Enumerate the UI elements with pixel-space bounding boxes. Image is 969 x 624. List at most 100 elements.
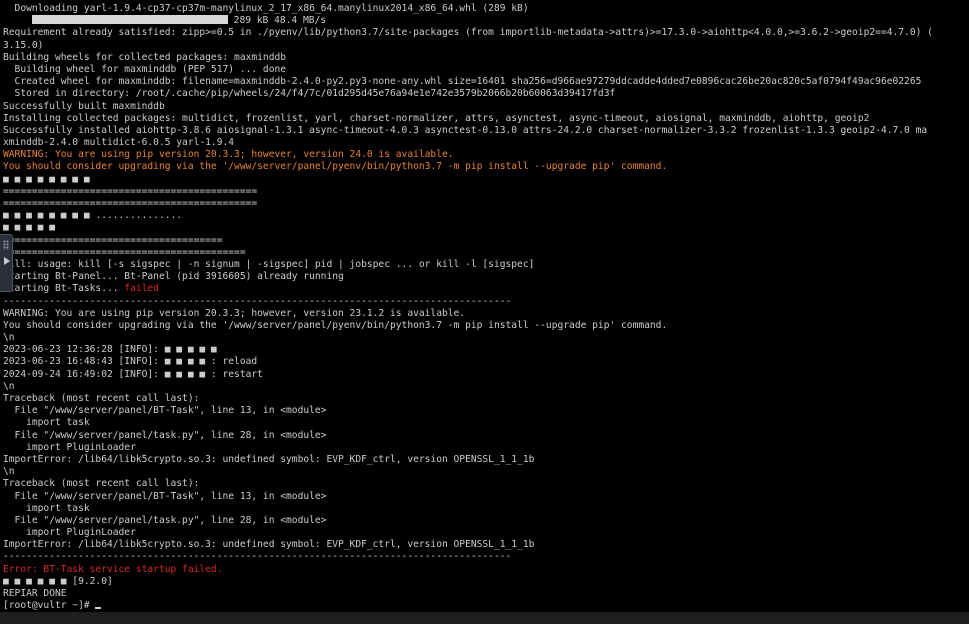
terminal-line: File "/www/server/panel/task.py", line 2… bbox=[3, 515, 969, 527]
shell-prompt[interactable]: [root@vultr ~]# bbox=[3, 600, 969, 612]
prompt-text: [root@vultr ~]# bbox=[3, 600, 96, 612]
download-progress-line: 289 kB 48.4 MB/s bbox=[3, 15, 969, 27]
terminal-line: import task bbox=[3, 417, 969, 429]
line-text: Building wheels for collected packages: … bbox=[3, 51, 287, 63]
terminal-line: You should consider upgrading via the '/… bbox=[3, 320, 969, 332]
line-text: File "/www/server/panel/BT-Task", line 1… bbox=[3, 490, 327, 502]
line-text: Stored in directory: /root/.cache/pip/wh… bbox=[3, 88, 616, 100]
terminal-line: File "/www/server/panel/BT-Task", line 1… bbox=[3, 491, 969, 503]
line-text: Traceback (most recent call last): bbox=[3, 478, 200, 490]
line-text: 2023-06-23 16:48:43 [INFO]: ■ ■ ■ ■ : re… bbox=[3, 356, 258, 368]
line-text: import PluginLoader bbox=[3, 441, 136, 453]
line-text: \n bbox=[3, 380, 15, 392]
terminal-line: ImportError: /lib64/libk5crypto.so.3: un… bbox=[3, 454, 969, 466]
line-text: WARNING: You are using pip version 20.3.… bbox=[3, 307, 466, 319]
status-failed-text: failed bbox=[124, 283, 159, 295]
terminal-line: ■ ■ ■ ■ ■ bbox=[3, 222, 969, 234]
text-cursor bbox=[95, 607, 102, 610]
terminal-line: Installing collected packages: multidict… bbox=[3, 113, 969, 125]
terminal-line: 2023-06-23 16:48:43 [INFO]: ■ ■ ■ ■ : re… bbox=[3, 356, 969, 368]
terminal-line: WARNING: You are using pip version 20.3.… bbox=[3, 149, 969, 161]
terminal-bottom-bar bbox=[0, 612, 969, 624]
terminal-line: 2023-06-23 12:36:28 [INFO]: ■ ■ ■ ■ ■ bbox=[3, 344, 969, 356]
progress-suffix: 289 kB 48.4 MB/s bbox=[227, 15, 327, 27]
terminal-line: Downloading yarl-1.9.4-cp37-cp37m-manyli… bbox=[3, 3, 969, 15]
line-text: kill: usage: kill [-s sigspec | -n signu… bbox=[3, 258, 535, 270]
terminal-line: ====================================== bbox=[3, 235, 969, 247]
terminal-line: ■ ■ ■ ■ ■ ■ ■ ■ ............... bbox=[3, 210, 969, 222]
line-text: xminddb-2.4.0 multidict-6.0.5 yarl-1.9.4 bbox=[3, 137, 235, 149]
terminal-line: Error: BT-Task service startup failed. bbox=[3, 564, 969, 576]
terminal-line: kill: usage: kill [-s sigspec | -n signu… bbox=[3, 259, 969, 271]
line-text: ■ ■ ■ ■ ■ ■ [9.2.0] bbox=[3, 575, 113, 587]
line-text: \n bbox=[3, 332, 15, 344]
line-text: Successfully built maxminddb bbox=[3, 100, 165, 112]
terminal-line: Starting Bt-Tasks... failed bbox=[3, 283, 969, 295]
line-text: ■ ■ ■ ■ ■ ■ ■ ■ bbox=[3, 173, 90, 185]
terminal-line: ----------------------------------------… bbox=[3, 296, 969, 308]
line-text: Building wheel for maxminddb (PEP 517) .… bbox=[3, 63, 287, 75]
terminal-output: Downloading yarl-1.9.4-cp37-cp37m-manyli… bbox=[0, 0, 969, 612]
terminal-line: import task bbox=[3, 503, 969, 515]
terminal-line: Successfully installed aiohttp-3.8.6 aio… bbox=[3, 125, 969, 137]
terminal-line: Building wheel for maxminddb (PEP 517) .… bbox=[3, 64, 969, 76]
terminal-line: ■ ■ ■ ■ ■ ■ [9.2.0] bbox=[3, 576, 969, 588]
terminal-line: You should consider upgrading via the '/… bbox=[3, 161, 969, 173]
line-text: Starting Bt-Tasks... bbox=[3, 283, 125, 295]
terminal-line: ========================================… bbox=[3, 186, 969, 198]
terminal-line: \n bbox=[3, 332, 969, 344]
terminal-line: 2024-09-24 16:49:02 [INFO]: ■ ■ ■ ■ : re… bbox=[3, 369, 969, 381]
line-text: ========================================… bbox=[3, 246, 246, 258]
line-text: REPIAR DONE bbox=[3, 588, 67, 599]
terminal-line: File "/www/server/panel/task.py", line 2… bbox=[3, 430, 969, 442]
progress-prefix bbox=[3, 15, 32, 26]
line-text: Requirement already satisfied: zipp>=0.5… bbox=[3, 27, 933, 39]
line-text: You should consider upgrading via the '/… bbox=[3, 319, 668, 331]
terminal-line: WARNING: You are using pip version 20.3.… bbox=[3, 308, 969, 320]
line-text: ■ ■ ■ ■ ■ bbox=[3, 222, 55, 234]
terminal-line: File "/www/server/panel/BT-Task", line 1… bbox=[3, 405, 969, 417]
line-text: You should consider upgrading via the '/… bbox=[3, 161, 668, 173]
terminal-line: Traceback (most recent call last): bbox=[3, 393, 969, 405]
terminal-line: Stored in directory: /root/.cache/pip/wh… bbox=[3, 88, 969, 100]
terminal-line: Traceback (most recent call last): bbox=[3, 478, 969, 490]
play-arrow-icon bbox=[4, 257, 10, 265]
line-text: Error: BT-Task service startup failed. bbox=[3, 563, 223, 575]
line-text: ========================================… bbox=[3, 185, 258, 197]
line-text: Created wheel for maxminddb: filename=ma… bbox=[3, 76, 922, 88]
line-text: Successfully installed aiohttp-3.8.6 aio… bbox=[3, 124, 928, 136]
line-text: ====================================== bbox=[3, 234, 223, 246]
line-text: Traceback (most recent call last): bbox=[3, 393, 200, 404]
terminal-line: \n bbox=[3, 381, 969, 393]
terminal-line: ■ ■ ■ ■ ■ ■ ■ ■ bbox=[3, 174, 969, 186]
terminal-line: xminddb-2.4.0 multidict-6.0.5 yarl-1.9.4 bbox=[3, 137, 969, 149]
terminal-line: Successfully built maxminddb bbox=[3, 101, 969, 113]
line-text: 3.15.0) bbox=[3, 39, 44, 51]
terminal-window[interactable]: Downloading yarl-1.9.4-cp37-cp37m-manyli… bbox=[0, 0, 969, 612]
line-text: import task bbox=[3, 417, 90, 429]
terminal-line: Starting Bt-Panel... Bt-Panel (pid 39166… bbox=[3, 271, 969, 283]
terminal-line: REPIAR DONE bbox=[3, 588, 969, 600]
line-text: 2023-06-23 12:36:28 [INFO]: ■ ■ ■ ■ ■ bbox=[3, 344, 217, 356]
line-text: WARNING: You are using pip version 20.3.… bbox=[3, 149, 454, 161]
line-text: ImportError: /lib64/libk5crypto.so.3: un… bbox=[3, 539, 535, 551]
line-text: Downloading yarl-1.9.4-cp37-cp37m-manyli… bbox=[3, 3, 529, 14]
drag-grip-icon bbox=[3, 240, 9, 250]
line-text: import PluginLoader bbox=[3, 527, 136, 539]
line-text: ========================================… bbox=[3, 198, 258, 209]
line-text: File "/www/server/panel/task.py", line 2… bbox=[3, 429, 327, 441]
line-text: \n bbox=[3, 466, 15, 478]
line-text: ----------------------------------------… bbox=[3, 295, 512, 307]
terminal-line: Created wheel for maxminddb: filename=ma… bbox=[3, 76, 969, 88]
terminal-line: 3.15.0) bbox=[3, 40, 969, 52]
line-text: ImportError: /lib64/libk5crypto.so.3: un… bbox=[3, 453, 535, 465]
download-progress-bar bbox=[31, 15, 228, 25]
line-text: 2024-09-24 16:49:02 [INFO]: ■ ■ ■ ■ : re… bbox=[3, 368, 263, 380]
line-text: File "/www/server/panel/task.py", line 2… bbox=[3, 514, 327, 526]
line-text: ----------------------------------------… bbox=[3, 551, 512, 563]
side-panel-toggle[interactable] bbox=[0, 234, 13, 292]
terminal-line: ========================================… bbox=[3, 198, 969, 210]
line-text: Starting Bt-Panel... Bt-Panel (pid 39166… bbox=[3, 271, 344, 283]
terminal-line: ========================================… bbox=[3, 247, 969, 259]
terminal-line: Building wheels for collected packages: … bbox=[3, 52, 969, 64]
